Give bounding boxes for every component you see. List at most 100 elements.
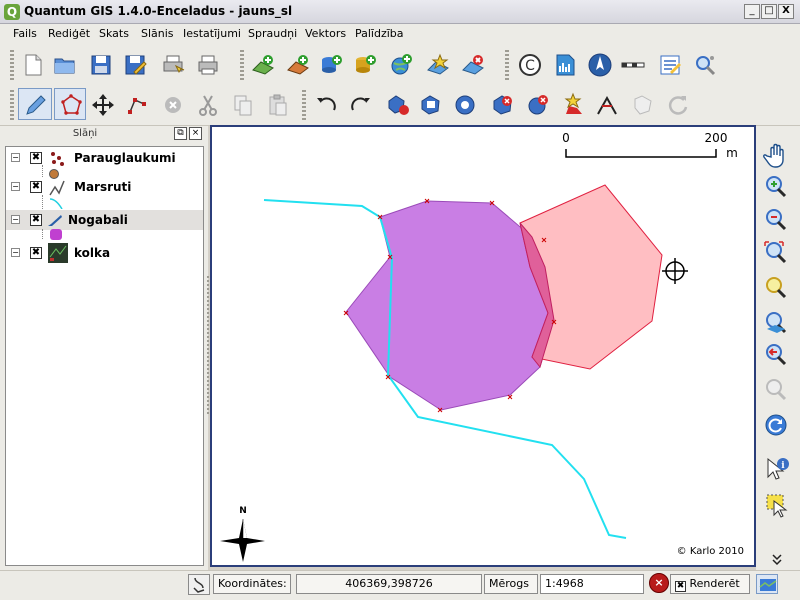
split-features-icon[interactable] <box>594 92 620 118</box>
reshape-features-icon[interactable] <box>560 92 586 118</box>
print-icon[interactable] <box>195 52 221 78</box>
collapse-toggle[interactable]: − <box>11 215 20 224</box>
rotate-point-symbols-icon[interactable] <box>665 92 691 118</box>
add-island-icon[interactable] <box>452 92 478 118</box>
add-wms-layer-icon[interactable] <box>388 52 414 78</box>
annotation-icon[interactable] <box>657 52 683 78</box>
collapse-toggle[interactable]: − <box>11 182 20 191</box>
simplify-feature-icon[interactable] <box>384 92 410 118</box>
collapse-toggle[interactable]: − <box>11 153 20 162</box>
refresh-icon[interactable] <box>762 411 792 439</box>
layers-panel: Slāņi ⧉ × − ✖ Parauglaukumi − ✖ Marsruti… <box>0 126 208 570</box>
maximize-button[interactable]: □ <box>761 4 777 19</box>
toolbar-grip[interactable] <box>10 50 14 80</box>
map-features: 0 200 m N <box>220 131 738 562</box>
coordinate-mode-icon[interactable] <box>188 574 210 595</box>
new-vector-layer-icon[interactable] <box>425 52 451 78</box>
move-feature-icon[interactable] <box>90 92 116 118</box>
select-features-icon[interactable] <box>762 491 792 519</box>
map-navigation-toolbar: i <box>756 126 800 570</box>
render-toggle[interactable]: ✖ Renderēt <box>670 574 750 594</box>
tree-connector <box>42 229 43 239</box>
layer-row-kolka[interactable]: − ✖ kolka <box>6 243 203 263</box>
node-tool-icon[interactable] <box>125 92 151 118</box>
map-canvas[interactable]: 0 200 m N © Karlo 2010 <box>210 125 756 567</box>
add-vector-layer-icon[interactable] <box>250 52 276 78</box>
svg-text:i: i <box>781 461 785 471</box>
stop-render-button[interactable]: × <box>649 573 669 593</box>
capture-polygon-icon[interactable] <box>54 88 86 120</box>
add-raster-layer-icon[interactable] <box>285 52 311 78</box>
menu-skats[interactable]: Skats <box>99 27 129 40</box>
menu-palidziba[interactable]: Palīdzība <box>355 27 404 40</box>
merge-features-icon[interactable] <box>630 92 656 118</box>
paste-features-icon[interactable] <box>265 92 291 118</box>
minimize-button[interactable]: _ <box>744 4 760 19</box>
toggle-editing-icon[interactable] <box>18 88 52 120</box>
layer-visibility-checkbox[interactable]: ✖ <box>30 181 42 193</box>
grid-maker-icon[interactable] <box>552 52 578 78</box>
scale-input[interactable]: 1:4968 <box>540 574 644 594</box>
undo-icon[interactable] <box>313 92 339 118</box>
close-panel-button[interactable]: × <box>189 127 202 140</box>
save-project-icon[interactable] <box>88 52 114 78</box>
copyright-label-icon[interactable]: C <box>517 52 543 78</box>
zoom-to-selection-icon[interactable] <box>762 274 792 302</box>
add-spatialite-layer-icon[interactable] <box>352 52 378 78</box>
remove-layer-icon[interactable] <box>460 52 486 78</box>
zoom-out-icon[interactable] <box>762 206 792 234</box>
redo-icon[interactable] <box>348 92 374 118</box>
layer-visibility-checkbox[interactable]: ✖ <box>30 247 42 259</box>
coordinates-value[interactable]: 406369,398726 <box>296 574 482 594</box>
tree-connector <box>42 165 43 177</box>
layer-row-nogabali[interactable]: − ✖ Nogabali <box>6 210 203 230</box>
map-copyright: © Karlo 2010 <box>676 546 744 557</box>
toolbar-grip[interactable] <box>505 50 509 80</box>
toolbar-grip[interactable] <box>302 90 306 120</box>
pan-icon[interactable] <box>762 141 792 169</box>
identify-icon[interactable]: i <box>762 456 792 484</box>
add-postgis-layer-icon[interactable] <box>318 52 344 78</box>
copy-features-icon[interactable] <box>230 92 256 118</box>
delete-ring-icon[interactable] <box>490 92 516 118</box>
delete-selected-icon[interactable] <box>160 92 186 118</box>
menu-spraudni[interactable]: Spraudņi <box>248 27 297 40</box>
menu-rediget[interactable]: Rediģēt <box>48 27 90 40</box>
tree-connector <box>42 195 43 209</box>
cut-features-icon[interactable] <box>195 92 221 118</box>
zoom-full-icon[interactable] <box>762 239 792 267</box>
new-project-icon[interactable] <box>20 52 46 78</box>
scale-bar-icon[interactable] <box>620 52 646 78</box>
menu-slanis[interactable]: Slānis <box>141 27 174 40</box>
float-panel-button[interactable]: ⧉ <box>174 127 187 140</box>
zoom-next-icon[interactable] <box>762 376 792 404</box>
layer-visibility-checkbox[interactable]: ✖ <box>30 152 42 164</box>
layer-row-parauglaukumi[interactable]: − ✖ Parauglaukumi <box>6 148 203 168</box>
save-as-icon[interactable] <box>122 52 148 78</box>
toolbar-grip[interactable] <box>10 90 14 120</box>
line-symbol-legend <box>49 197 63 210</box>
layer-visibility-checkbox[interactable]: ✖ <box>30 214 42 226</box>
zoom-last-icon[interactable] <box>762 341 792 369</box>
print-composer-icon[interactable] <box>160 52 186 78</box>
zoom-in-icon[interactable] <box>762 173 792 201</box>
more-tools-chevron-icon[interactable] <box>762 546 792 566</box>
layer-row-marsruti[interactable]: − ✖ Marsruti <box>6 177 203 197</box>
close-button[interactable]: X <box>778 4 794 19</box>
layer-tree: − ✖ Parauglaukumi − ✖ Marsruti − ✖ Nogab… <box>5 146 204 566</box>
toolbar-grip[interactable] <box>240 50 244 80</box>
collapse-toggle[interactable]: − <box>11 248 20 257</box>
add-ring-icon[interactable] <box>418 92 444 118</box>
render-checkbox[interactable]: ✖ <box>675 581 686 592</box>
open-project-icon[interactable] <box>52 52 78 78</box>
delete-part-icon[interactable] <box>525 92 551 118</box>
menu-fails[interactable]: Fails <box>13 27 37 40</box>
zoom-plugin-icon[interactable] <box>692 52 718 78</box>
crs-status-icon[interactable] <box>756 574 778 594</box>
menu-iestatijumi[interactable]: Iestatījumi <box>183 27 241 40</box>
point-layer-icon <box>48 150 66 168</box>
qgis-app-icon: Q <box>4 4 20 20</box>
north-arrow-icon[interactable] <box>587 52 613 78</box>
zoom-to-layer-icon[interactable] <box>762 309 792 337</box>
menu-vektors[interactable]: Vektors <box>305 27 346 40</box>
